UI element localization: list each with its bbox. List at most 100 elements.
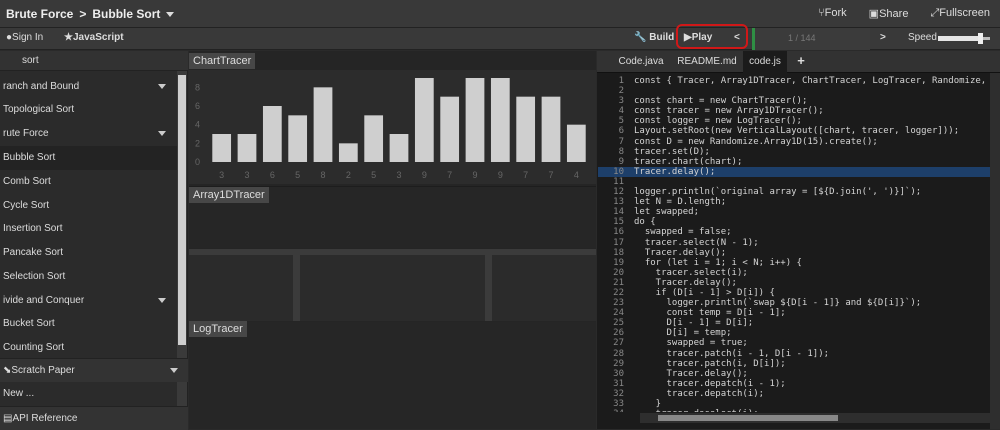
chart-bar xyxy=(364,115,384,162)
fullscreen-label: Fullscreen xyxy=(939,7,990,19)
chart-bar xyxy=(313,87,333,162)
tab-code-js[interactable]: code.js xyxy=(743,51,787,73)
next-button[interactable]: > xyxy=(880,32,886,43)
language-button[interactable]: ★ JavaScript xyxy=(64,32,124,43)
tab-code-java[interactable]: Code.java xyxy=(615,51,667,73)
sidebar-api-reference[interactable]: ▤ API Reference xyxy=(0,406,188,430)
speed-slider-handle[interactable] xyxy=(977,33,983,44)
sign-in-button[interactable]: ● Sign In xyxy=(6,32,43,43)
code-line[interactable]: 5 const logger = new LogTracer(); xyxy=(598,116,990,126)
chevron-down-icon[interactable] xyxy=(166,12,175,18)
code-line[interactable]: 26 D[i] = temp; xyxy=(598,328,990,338)
tab-readme[interactable]: README.md xyxy=(677,51,737,73)
code-line[interactable]: 21 Tracer.delay(); xyxy=(598,278,990,288)
code-text: let N = D.length; xyxy=(634,197,727,208)
sidebar-category-branch-and-bound[interactable]: ranch and Bound xyxy=(0,75,178,99)
editor-tabs: Code.java README.md code.js + xyxy=(597,51,1000,73)
code-text: let swapped; xyxy=(634,207,700,218)
code-line[interactable]: 4 const tracer = new Array1DTracer(); xyxy=(598,106,990,116)
share-button[interactable]: ▣ Share xyxy=(869,7,909,20)
line-number: 24 xyxy=(613,308,624,319)
search-value: sort xyxy=(22,55,39,66)
sidebar-item-comb-sort[interactable]: Comb Sort xyxy=(0,170,178,194)
sidebar-category-brute-force[interactable]: rute Force xyxy=(0,122,178,146)
line-number: 20 xyxy=(613,267,624,278)
code-line[interactable]: 13 let N = D.length; xyxy=(598,197,990,207)
code-line[interactable]: 2 xyxy=(598,86,990,96)
share-label: Share xyxy=(879,8,909,20)
editor-horizontal-scrollbar-thumb[interactable] xyxy=(658,415,838,421)
code-line[interactable]: 18 Tracer.delay(); xyxy=(598,248,990,258)
code-line[interactable]: 11 xyxy=(598,177,990,187)
line-number: 28 xyxy=(613,348,624,359)
speed-slider[interactable] xyxy=(938,33,990,44)
code-line[interactable]: 20 tracer.select(i); xyxy=(598,268,990,278)
code-line[interactable]: 15 do { xyxy=(598,217,990,227)
code-line[interactable]: 1 const { Tracer, Array1DTracer, ChartTra… xyxy=(598,76,990,86)
sidebar-item-label: rute Force xyxy=(3,128,49,139)
chart-bar xyxy=(389,134,409,162)
code-line[interactable]: 10 Tracer.delay(); xyxy=(598,166,990,177)
line-number: 15 xyxy=(613,217,624,228)
search-input[interactable]: sort xyxy=(0,51,188,71)
code-line[interactable]: 16 swapped = false; xyxy=(598,227,990,237)
api-reference-label: API Reference xyxy=(12,413,78,424)
code-line[interactable]: 29 tracer.patch(i, D[i]); xyxy=(598,359,990,369)
code-line[interactable]: 24 const temp = D[i - 1]; xyxy=(598,308,990,318)
code-line[interactable]: 28 tracer.patch(i - 1, D[i - 1]); xyxy=(598,349,990,359)
chart-bar xyxy=(414,78,434,162)
sidebar-item-pancake-sort[interactable]: Pancake Sort xyxy=(0,241,178,265)
code-line[interactable]: 6 Layout.setRoot(new VerticalLayout([char… xyxy=(598,126,990,136)
code-line[interactable]: 12 logger.println(`original array = [${D.… xyxy=(598,187,990,197)
code-line[interactable]: 17 tracer.select(N - 1); xyxy=(598,238,990,248)
sidebar-item-label: Cycle Sort xyxy=(3,200,50,211)
code-line[interactable]: 19 for (let i = 1; i < N; i++) { xyxy=(598,258,990,268)
breadcrumb-algorithm[interactable]: Bubble Sort xyxy=(92,7,160,21)
code-line[interactable]: 14 let swapped; xyxy=(598,207,990,217)
code-line[interactable]: 27 swapped = true; xyxy=(598,338,990,348)
progress-pager: 1 / 144 xyxy=(752,28,870,50)
speed-label: Speed xyxy=(908,32,937,43)
chart-bar xyxy=(237,134,257,162)
chart-bar xyxy=(465,78,485,162)
play-button-highlight xyxy=(676,24,748,49)
sidebar-scrollbar-thumb[interactable] xyxy=(178,75,186,345)
editor-vertical-scrollbar[interactable] xyxy=(990,73,1000,429)
code-line[interactable]: 32 tracer.depatch(i); xyxy=(598,389,990,399)
code-line[interactable]: 30 Tracer.delay(); xyxy=(598,369,990,379)
fullscreen-button[interactable]: ⤢ Fullscreen xyxy=(930,7,990,20)
chart-bar xyxy=(288,115,308,162)
x-tick-label: 2 xyxy=(346,170,351,180)
code-line[interactable]: 3 const chart = new ChartTracer(); xyxy=(598,96,990,106)
breadcrumb-category[interactable]: Brute Force xyxy=(6,7,73,21)
build-button[interactable]: 🔧 Build xyxy=(634,32,674,43)
code-text: } xyxy=(634,399,662,409)
code-line[interactable]: 8 tracer.set(D); xyxy=(598,147,990,157)
sidebar-scratch-paper[interactable]: ⬊ Scratch Paper xyxy=(0,358,188,382)
sidebar-category-divide-and-conquer[interactable]: ivide and Conquer xyxy=(0,289,178,313)
x-tick-label: 3 xyxy=(219,170,224,180)
sidebar-item-cycle-sort[interactable]: Cycle Sort xyxy=(0,194,178,218)
sidebar-item-selection-sort[interactable]: Selection Sort xyxy=(0,265,178,289)
y-tick-label: 8 xyxy=(195,82,200,92)
code-lines[interactable]: 1 const { Tracer, Array1DTracer, ChartTra… xyxy=(598,76,990,412)
fork-button[interactable]: ⑂ Fork xyxy=(818,7,847,20)
code-line[interactable]: 9 tracer.chart(chart); xyxy=(598,157,990,167)
sidebar-new-item[interactable]: New ... xyxy=(0,382,178,406)
sidebar-item-bubble-sort[interactable]: Bubble Sort xyxy=(0,146,178,170)
code-line[interactable]: 25 D[i - 1] = D[i]; xyxy=(598,318,990,328)
code-line[interactable]: 22 if (D[i - 1] > D[i]) { xyxy=(598,288,990,298)
code-line[interactable]: 23 logger.println(`swap ${D[i - 1]} and … xyxy=(598,298,990,308)
sidebar-item-counting-sort[interactable]: Counting Sort xyxy=(0,336,178,360)
y-tick-label: 2 xyxy=(195,138,200,148)
code-line[interactable]: 34 tracer.deselect(i); xyxy=(598,409,990,412)
code-line[interactable]: 31 tracer.depatch(i - 1); xyxy=(598,379,990,389)
new-label: New ... xyxy=(3,388,35,399)
sidebar-item-bucket-sort[interactable]: Bucket Sort xyxy=(0,312,178,336)
code-line[interactable]: 7 const D = new Randomize.Array1D(15).cre… xyxy=(598,137,990,147)
sidebar-item-topological-sort[interactable]: Topological Sort xyxy=(0,98,178,122)
build-label: Build xyxy=(649,32,675,43)
code-line[interactable]: 33 } xyxy=(598,399,990,409)
sidebar-item-insertion-sort[interactable]: Insertion Sort xyxy=(0,217,178,241)
add-tab-button[interactable]: + xyxy=(793,51,809,73)
